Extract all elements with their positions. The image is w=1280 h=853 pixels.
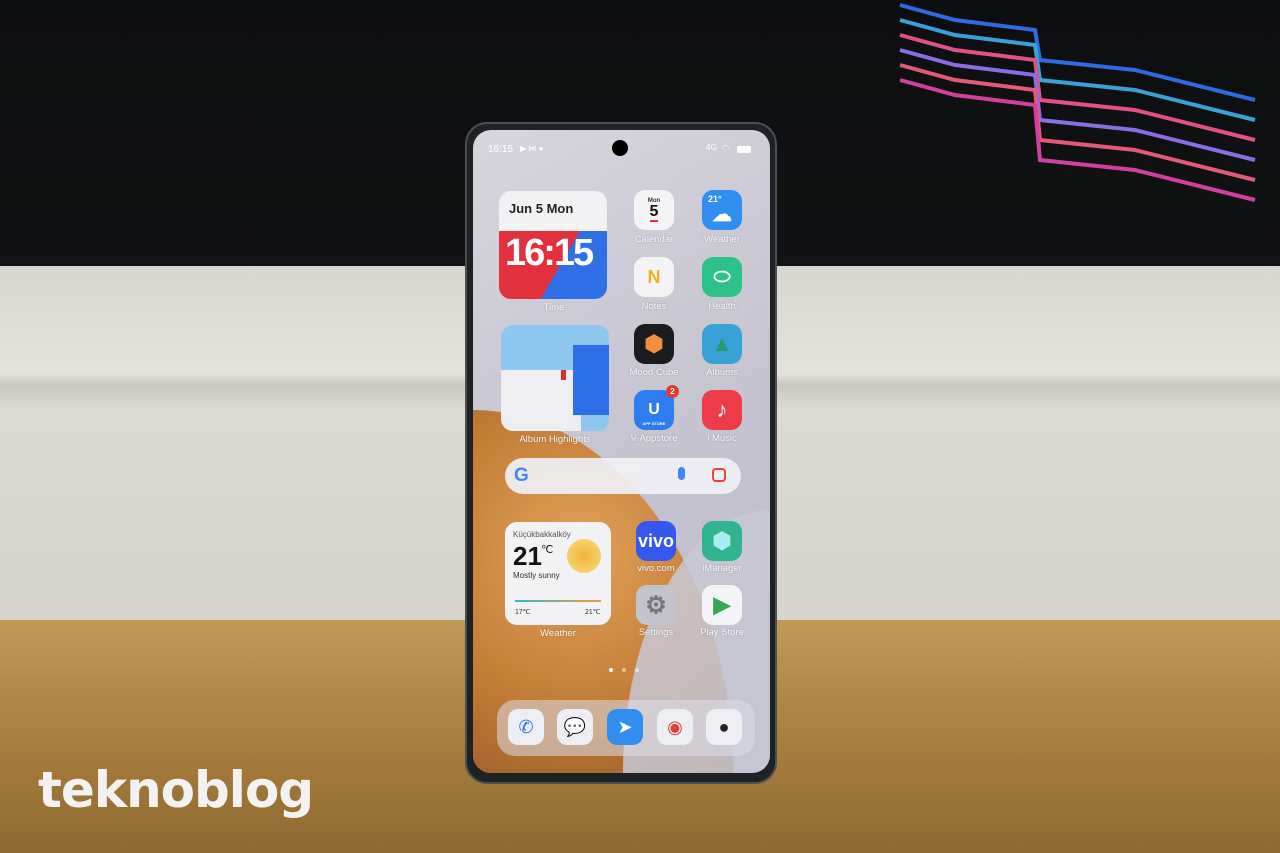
dock-camera-icon[interactable]: ● [706,709,742,745]
page-dot[interactable] [622,668,626,672]
monitor-graphic [899,3,1256,202]
gear-icon: ⚙ [645,591,667,619]
notification-badge: 2 [666,385,679,398]
google-search-bar[interactable]: G [505,458,741,494]
cloud-icon: ☁ [712,203,732,226]
appstore-glyph: U [648,401,660,418]
dock-spark-icon[interactable]: ➤ [607,709,643,745]
dock-chrome-icon[interactable]: ◉ [657,709,693,745]
app-glyph: vivo [637,530,675,551]
album-graphic [573,345,609,415]
app-icon-play-store[interactable]: ▶ [702,585,742,625]
front-camera [612,140,628,156]
album-graphic [501,370,581,431]
app-label-imanager: iManager [702,563,742,574]
dock-messages-icon[interactable]: 💬 [557,709,593,745]
album-widget[interactable] [501,325,609,431]
sun-icon [567,539,601,573]
album-graphic [561,370,566,380]
battery-icon [737,146,751,153]
status-time: 16:15 [488,144,514,155]
album-widget-label: Album Highlights [519,434,591,445]
dock-phone-icon[interactable]: ✆ [508,709,544,745]
weather-widget[interactable]: Küçükbakkalköy 21 ℃ Mostly sunny 17℃ 21℃ [505,522,611,625]
app-label-i-music: i Music [707,433,737,444]
date-text: Jun 5 Mon [509,201,574,216]
app-icon-i-music[interactable]: ♪ [702,390,742,430]
health-icon: ⬭ [713,265,731,288]
app-icon-v-appstore[interactable]: U APP STORE 2 [634,385,679,430]
app-icon-notes[interactable]: N [634,257,674,297]
time-widget[interactable]: Jun 5 Mon 16:15 [499,191,607,299]
music-note-icon: ♪ [716,397,728,422]
app-label-health: Health [708,301,736,312]
app-icon-calendar[interactable]: Mon 5 [634,190,674,230]
network-indicator: 4G [706,143,717,152]
clock-text: 16:15 [505,232,594,274]
weather-app-temp: 21° [708,194,722,204]
play-icon: ▶ [713,592,731,617]
temp-range-bar [515,600,601,602]
shield-cube-icon: ⬢ [712,528,732,553]
app-icon-mood-cube[interactable]: ⬢ [634,324,674,364]
lens-icon[interactable] [712,468,726,482]
app-label-play-store: Play Store [700,627,744,638]
google-icon: G [514,465,529,486]
app-icon-vivo-com[interactable]: vivo [636,521,676,561]
app-icon-imanager[interactable]: ⬢ [702,521,742,561]
weather-high: 21℃ [585,609,601,616]
calendar-date: 5 [649,203,659,222]
app-icon-albums[interactable]: ▲ [702,324,742,364]
weather-temp: 21 [513,541,542,571]
weather-location: Küçükbakkalköy [513,530,571,539]
weather-widget-label: Weather [540,628,576,639]
notification-icons: ▶ ⋈ ● [520,144,544,153]
cube-icon: ⬢ [644,331,664,356]
app-label-weather: Weather [704,234,740,245]
page-dot[interactable] [635,668,639,672]
watermark-logo: teknoblog [38,761,314,819]
app-label-albums: Albums [706,367,738,378]
mountain-icon: ▲ [711,331,733,356]
weather-low: 17℃ [515,609,531,616]
mic-icon[interactable] [678,467,685,480]
app-icon-settings[interactable]: ⚙ [636,585,676,625]
weather-unit: ℃ [541,544,554,556]
wifi-icon: ◠ [722,143,730,153]
app-glyph: N [647,266,661,287]
appstore-sub: APP STORE [642,421,666,426]
app-icon-weather[interactable]: 21° ☁ [702,190,742,230]
weather-condition: Mostly sunny [513,571,560,580]
page-dot-active[interactable] [609,668,613,672]
time-widget-label: Time [543,302,565,313]
app-icon-health[interactable]: ⬭ [702,257,742,297]
